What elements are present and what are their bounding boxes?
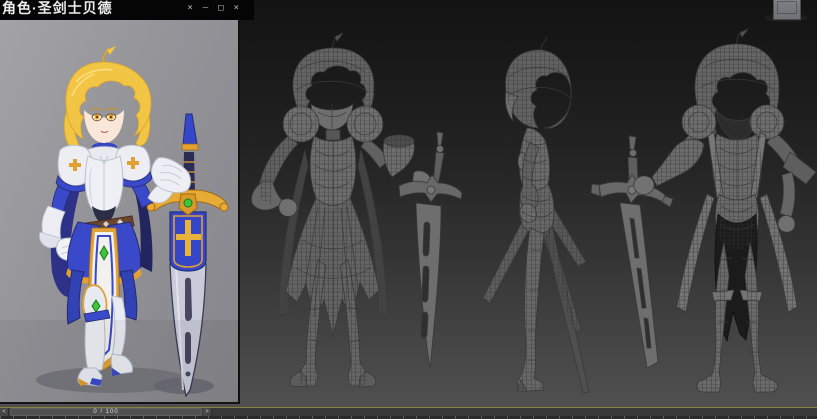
prev-frame-button[interactable]: < <box>0 408 9 416</box>
model-back-view[interactable] <box>590 28 817 400</box>
next-frame-button[interactable]: > <box>203 408 212 416</box>
pin-icon[interactable]: × <box>186 2 193 14</box>
window-title: 角色·圣剑士贝德 <box>2 0 113 16</box>
time-slider-track[interactable] <box>212 408 817 416</box>
maximize-icon[interactable]: □ <box>217 2 224 14</box>
reference-image-window[interactable]: 角色·圣剑士贝德 × — □ × <box>0 0 254 404</box>
model-side-view[interactable] <box>460 36 600 400</box>
screenshot-root: 角色·圣剑士贝德 × — □ × < 0 / 100 > <box>0 0 817 419</box>
time-slider[interactable]: < 0 / 100 > <box>0 407 817 416</box>
time-slider-handle[interactable]: 0 / 100 <box>10 408 202 416</box>
frame-indicator: 0 / 100 <box>93 409 119 415</box>
window-titlebar[interactable]: 角色·圣剑士贝德 × — □ × <box>0 0 254 20</box>
concept-art <box>0 46 238 402</box>
close-icon[interactable]: × <box>233 2 240 14</box>
viewcube-cube[interactable] <box>773 0 801 20</box>
model-front-view[interactable] <box>250 32 470 400</box>
viewcube-icon[interactable] <box>763 0 809 26</box>
reference-image[interactable] <box>0 20 240 402</box>
minimize-icon[interactable]: — <box>202 2 209 14</box>
